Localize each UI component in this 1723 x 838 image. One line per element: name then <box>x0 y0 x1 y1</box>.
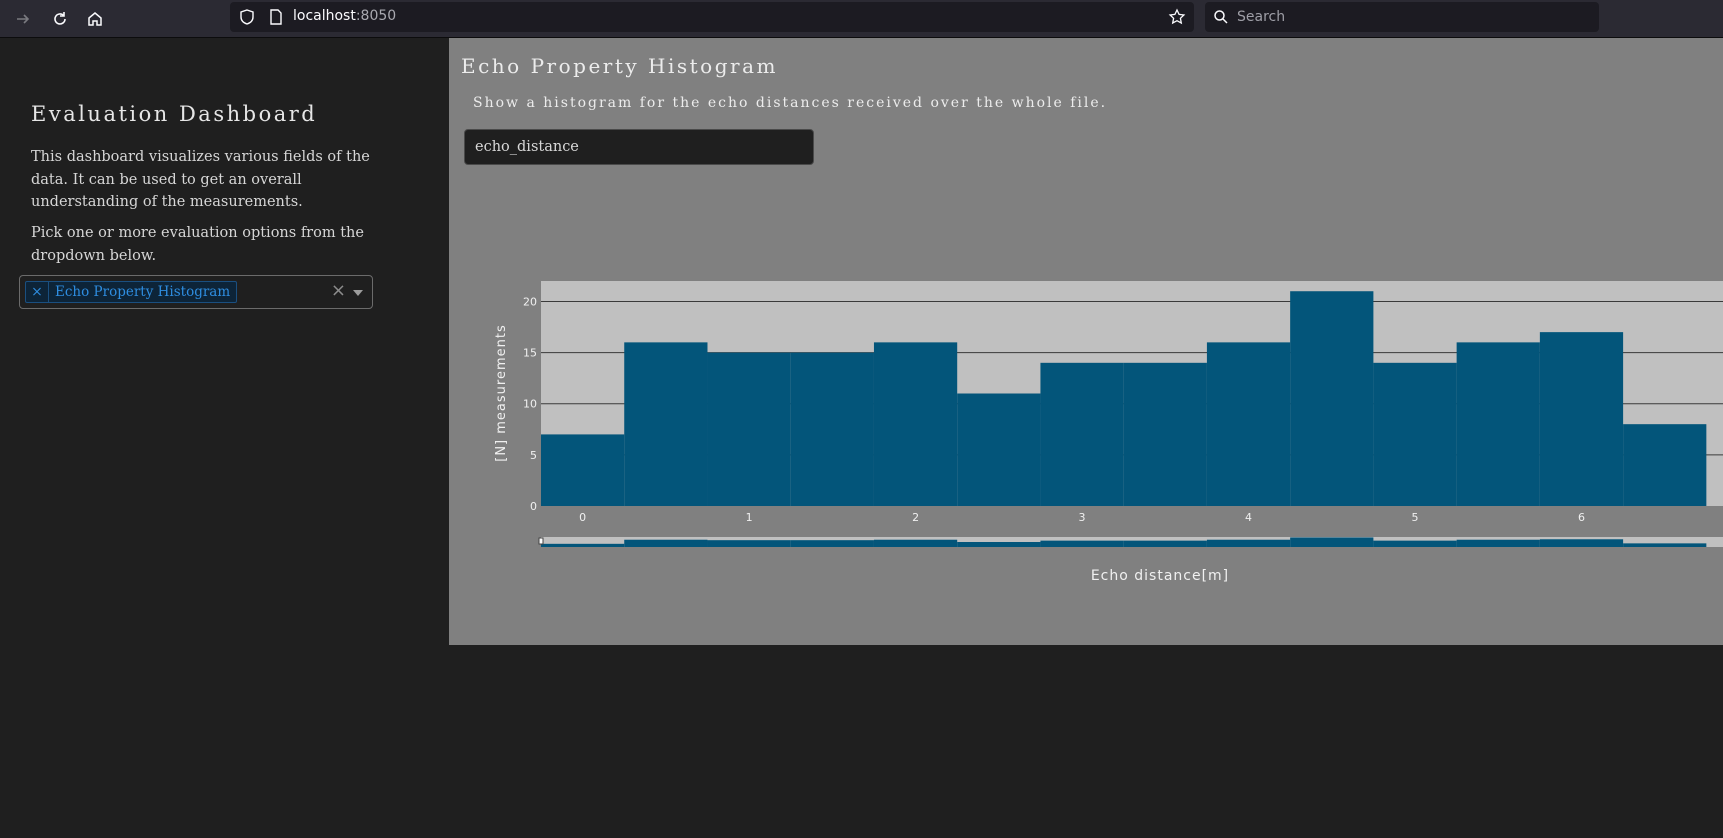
y-tick-label: 20 <box>523 295 537 308</box>
rangeslider-bar <box>624 539 708 547</box>
rangeslider-bar <box>1040 540 1124 547</box>
url-host: localhost <box>293 8 356 24</box>
rangeslider-bar <box>1373 540 1457 547</box>
search-bar[interactable]: Search <box>1205 2 1599 32</box>
main-panel: Echo Property Histogram Show a histogram… <box>449 38 1723 645</box>
browser-toolbar: localhost:8050 Search <box>0 0 1723 38</box>
histogram-bar[interactable] <box>1539 332 1624 506</box>
x-tick-label: 1 <box>746 511 753 524</box>
y-axis-ticks: 0 5 10 15 20 <box>523 295 537 513</box>
home-icon[interactable] <box>84 8 106 30</box>
x-tick-label: 3 <box>1079 511 1086 524</box>
url-port: :8050 <box>355 8 397 24</box>
rangeslider-bar <box>1539 539 1624 547</box>
chevron-down-icon[interactable] <box>353 290 363 296</box>
histogram-bar[interactable] <box>790 352 874 506</box>
histogram-bar[interactable] <box>624 342 708 506</box>
histogram-bar[interactable] <box>707 352 791 506</box>
x-tick-label: 6 <box>1578 511 1585 524</box>
rangeslider-bar <box>541 543 625 547</box>
rangeslider-bar <box>1290 537 1374 547</box>
forward-icon[interactable] <box>12 8 34 30</box>
x-tick-label: 2 <box>912 511 919 524</box>
search-icon <box>1213 9 1229 29</box>
histogram-bar[interactable] <box>1456 342 1540 506</box>
sidebar-description: This dashboard visualizes various fields… <box>31 149 370 210</box>
x-tick-label: 5 <box>1412 511 1419 524</box>
sidebar: Evaluation Dashboard This dashboard visu… <box>0 38 449 838</box>
remove-option-icon[interactable]: × <box>26 282 49 302</box>
sidebar-instruction: Pick one or more evaluation options from… <box>31 225 364 264</box>
histogram-bar[interactable] <box>1040 362 1124 506</box>
x-tick-label: 4 <box>1245 511 1252 524</box>
histogram-bar[interactable] <box>541 434 625 506</box>
x-tick-label: 0 <box>579 511 586 524</box>
histogram-bar[interactable] <box>957 393 1041 507</box>
rangeslider-bar <box>790 540 874 547</box>
sidebar-title: Evaluation Dashboard <box>31 102 318 126</box>
histogram-bar[interactable] <box>873 342 958 506</box>
rangeslider-bar <box>1456 539 1540 547</box>
rangeslider-bar <box>873 539 958 547</box>
x-axis-ticks: 0 1 2 3 4 5 6 <box>579 511 1585 524</box>
url-text[interactable]: localhost:8050 <box>293 8 396 24</box>
evaluation-dropdown[interactable]: × Echo Property Histogram × <box>19 275 373 309</box>
histogram-bar[interactable] <box>1623 424 1707 506</box>
y-tick-label: 5 <box>530 449 537 462</box>
reload-icon[interactable] <box>49 8 71 30</box>
histogram-bar[interactable] <box>1123 362 1207 506</box>
y-tick-label: 0 <box>530 500 537 513</box>
rangeslider-bar <box>1206 539 1291 547</box>
clear-selection-icon[interactable]: × <box>331 282 346 300</box>
histogram-bar[interactable] <box>1206 342 1291 506</box>
search-input[interactable]: Search <box>1237 9 1285 25</box>
url-bar[interactable]: localhost:8050 <box>230 2 1194 32</box>
rangeslider-bar <box>957 542 1041 547</box>
histogram-bar[interactable] <box>1373 362 1457 506</box>
y-axis-label: [N] measurements <box>494 324 509 461</box>
selected-option-chip: × Echo Property Histogram <box>25 281 238 303</box>
rangeslider-handle[interactable] <box>538 537 544 545</box>
page-icon <box>268 8 284 30</box>
bookmark-star-icon[interactable] <box>1168 8 1186 30</box>
y-tick-label: 15 <box>523 347 537 360</box>
rangeslider-bar <box>1623 543 1707 547</box>
selected-option-label: Echo Property Histogram <box>55 284 231 300</box>
y-tick-label: 10 <box>523 398 537 411</box>
rangeslider-bar <box>707 540 791 547</box>
rangeslider-bar <box>1123 540 1207 547</box>
histogram-bar[interactable] <box>1290 291 1374 506</box>
x-axis-label: Echo distance[m] <box>1091 568 1229 584</box>
histogram-chart: 0 5 10 15 20 0 1 2 3 4 5 6 [N] measurements Echo d… <box>494 281 1723 584</box>
shield-icon[interactable] <box>238 8 256 30</box>
